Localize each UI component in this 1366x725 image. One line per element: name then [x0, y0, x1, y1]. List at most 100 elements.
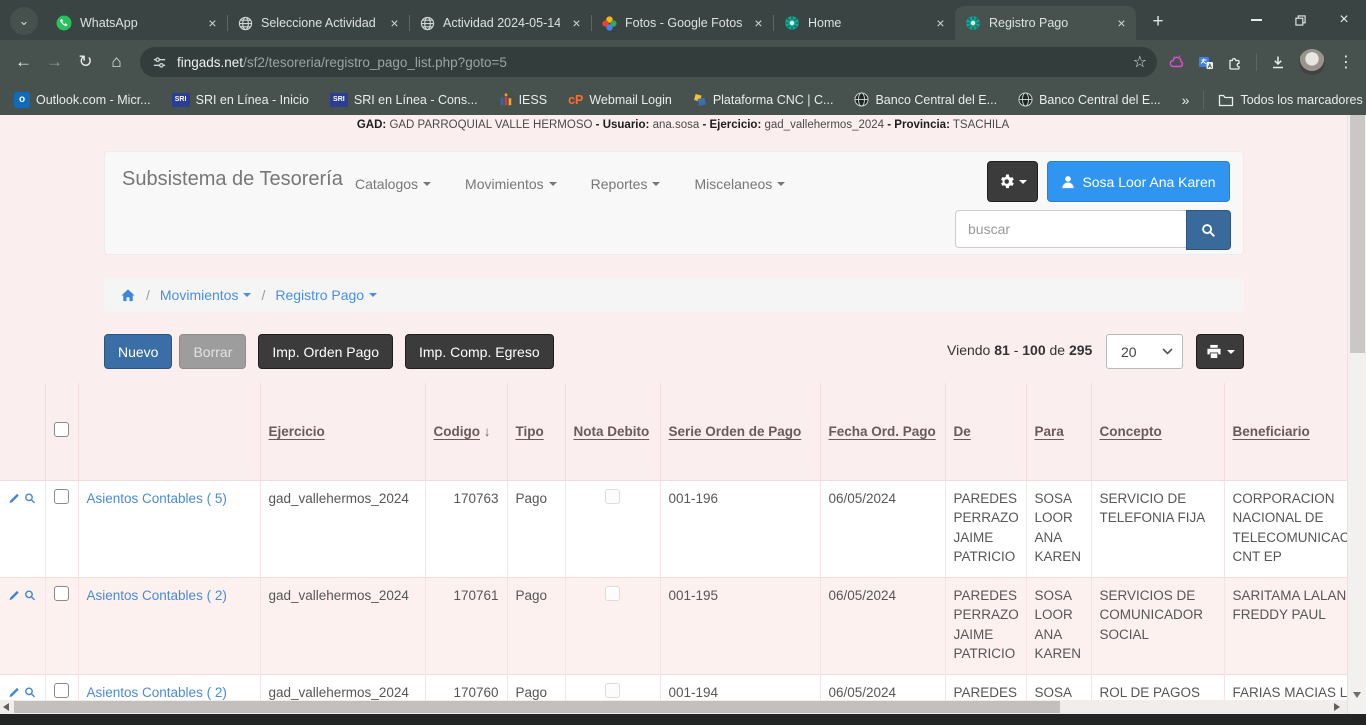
header-serie[interactable]: Serie Orden de Pago [660, 383, 820, 480]
bookmark-sri-inicio[interactable]: SRISRI en Línea - Inicio [172, 93, 309, 107]
extension-cloud-icon[interactable] [1169, 54, 1185, 70]
close-icon[interactable]: × [204, 15, 221, 32]
browser-menu-icon[interactable]: ⋮ [1338, 52, 1354, 72]
tab-search-button[interactable]: ⌄ [10, 7, 38, 35]
bookmark-sri-consultas[interactable]: SRISRI en Línea - Cons... [330, 93, 478, 107]
menu-catalogos[interactable]: Catalogos [355, 176, 431, 192]
search-button[interactable] [1186, 210, 1231, 250]
bookmark-webmail[interactable]: cPWebmail Login [568, 93, 672, 107]
menu-miscelaneos[interactable]: Miscelaneos [694, 176, 785, 192]
close-icon[interactable]: × [932, 15, 949, 32]
imp-orden-pago-button[interactable]: Imp. Orden Pago [258, 334, 393, 369]
reload-icon: ↻ [78, 52, 92, 72]
imp-comp-egreso-button[interactable]: Imp. Comp. Egreso [405, 334, 554, 369]
menu-reportes[interactable]: Reportes [591, 176, 661, 192]
bookmark-star-icon[interactable]: ☆ [1133, 52, 1147, 72]
sri-icon: SRI [330, 93, 348, 107]
extensions-puzzle-icon[interactable] [1227, 54, 1243, 70]
page-size-select[interactable]: 20 [1106, 334, 1183, 369]
reload-button[interactable]: ↻ [70, 47, 101, 78]
view-magnifier-icon[interactable] [24, 588, 36, 603]
address-bar[interactable]: fingads.net/sf2/tesoreria/registro_pago_… [140, 47, 1157, 77]
tab-registro-pago-active[interactable]: Registro Pago × [955, 6, 1136, 40]
horizontal-scroll-thumb[interactable] [14, 701, 1060, 713]
vertical-scroll-thumb[interactable] [1350, 115, 1365, 353]
breadcrumb-label: Registro Pago [275, 287, 364, 303]
close-icon: × [1339, 11, 1348, 29]
horizontal-scrollbar[interactable] [0, 700, 1347, 714]
print-button[interactable] [1196, 334, 1244, 369]
row-checkbox[interactable] [54, 683, 69, 698]
tab-label: Actividad 2024-05-14 [443, 16, 560, 30]
all-bookmarks-label: Todos los marcadores [1240, 93, 1362, 107]
header-concepto[interactable]: Concepto [1091, 383, 1224, 480]
header-tipo[interactable]: Tipo [507, 383, 565, 480]
search-input[interactable] [955, 210, 1186, 248]
vertical-scrollbar[interactable] [1347, 115, 1366, 714]
header-de[interactable]: De [945, 383, 1026, 480]
scroll-right-icon[interactable] [1334, 703, 1340, 711]
cell-fecha: 06/05/2024 [820, 480, 945, 577]
bookmark-outlook[interactable]: oOutlook.com - Micr... [14, 92, 151, 108]
minimize-icon [1251, 19, 1262, 21]
settings-button[interactable] [987, 161, 1038, 202]
search-area [955, 210, 1231, 250]
home-button[interactable]: ⌂ [101, 47, 132, 78]
restore-button[interactable] [1278, 0, 1322, 40]
asientos-contables-link[interactable]: Asientos Contables ( 2) [87, 588, 227, 603]
separator: - [702, 119, 706, 131]
header-beneficiario[interactable]: Beneficiario [1224, 383, 1366, 480]
home-icon[interactable] [120, 288, 136, 303]
breadcrumb-registro-pago[interactable]: Registro Pago [275, 287, 377, 303]
close-icon[interactable]: × [1113, 15, 1130, 32]
close-icon[interactable]: × [568, 15, 585, 32]
profile-avatar[interactable] [1299, 49, 1325, 75]
minimize-button[interactable] [1234, 0, 1278, 40]
downloads-icon[interactable] [1270, 54, 1286, 70]
tab-whatsapp[interactable]: WhatsApp × [46, 6, 227, 40]
header-fecha[interactable]: Fecha Ord. Pago [820, 383, 945, 480]
close-icon[interactable]: × [386, 15, 403, 32]
caret-down-icon [423, 182, 431, 186]
scroll-left-icon[interactable] [3, 703, 9, 711]
bookmark-banco-central-1[interactable]: Banco Central del E... [854, 92, 997, 107]
all-bookmarks-button[interactable]: Todos los marcadores [1218, 93, 1362, 107]
tab-seleccione-actividad[interactable]: Seleccione Actividad × [228, 6, 409, 40]
header-para[interactable]: Para [1026, 383, 1091, 480]
new-tab-button[interactable]: + [1144, 8, 1172, 36]
browser-toolbar: ← → ↻ ⌂ fingads.net/sf2/tesoreria/regist… [0, 40, 1366, 84]
tab-home[interactable]: Home × [774, 6, 955, 40]
bookmark-iess[interactable]: IESS [499, 93, 548, 107]
select-all-checkbox[interactable] [54, 422, 69, 437]
close-window-button[interactable]: × [1322, 0, 1366, 40]
close-icon[interactable]: × [750, 15, 767, 32]
bookmark-cnc[interactable]: Plataforma CNC | C... [693, 93, 834, 107]
translate-icon[interactable] [1198, 54, 1214, 70]
row-checkbox[interactable] [54, 586, 69, 601]
menu-movimientos[interactable]: Movimientos [465, 176, 557, 192]
tab-google-fotos[interactable]: Fotos - Google Fotos × [592, 6, 773, 40]
user-menu-button[interactable]: Sosa Loor Ana Karen [1047, 161, 1230, 202]
bookmarks-right: » Todos los marcadores [1182, 91, 1363, 109]
header-ejercicio[interactable]: Ejercicio [260, 383, 425, 480]
view-magnifier-icon[interactable] [24, 491, 36, 506]
scroll-down-icon[interactable] [1353, 692, 1361, 698]
header-codigo[interactable]: Codigo ↓ [425, 383, 507, 480]
asientos-contables-link[interactable]: Asientos Contables ( 5) [87, 491, 227, 506]
bookmark-banco-central-2[interactable]: Banco Central del E... [1018, 92, 1161, 107]
edit-pencil-icon[interactable] [8, 491, 20, 506]
nuevo-button[interactable]: Nuevo [104, 334, 172, 369]
cell-beneficiario: SARITAMA LALANGUI FREDDY PAUL [1224, 577, 1366, 674]
view-magnifier-icon[interactable] [24, 685, 36, 700]
edit-pencil-icon[interactable] [8, 588, 20, 603]
back-button[interactable]: ← [8, 47, 39, 78]
asientos-contables-link[interactable]: Asientos Contables ( 2) [87, 685, 227, 700]
edit-pencil-icon[interactable] [8, 685, 20, 700]
header-nota-debito[interactable]: Nota Debito [565, 383, 660, 480]
row-checkbox[interactable] [54, 489, 69, 504]
forward-button[interactable]: → [39, 47, 70, 78]
breadcrumb-movimientos[interactable]: Movimientos [160, 287, 252, 303]
borrar-button[interactable]: Borrar [179, 334, 246, 369]
bookmarks-overflow-icon[interactable]: » [1182, 92, 1190, 108]
tab-actividad[interactable]: Actividad 2024-05-14 × [410, 6, 591, 40]
